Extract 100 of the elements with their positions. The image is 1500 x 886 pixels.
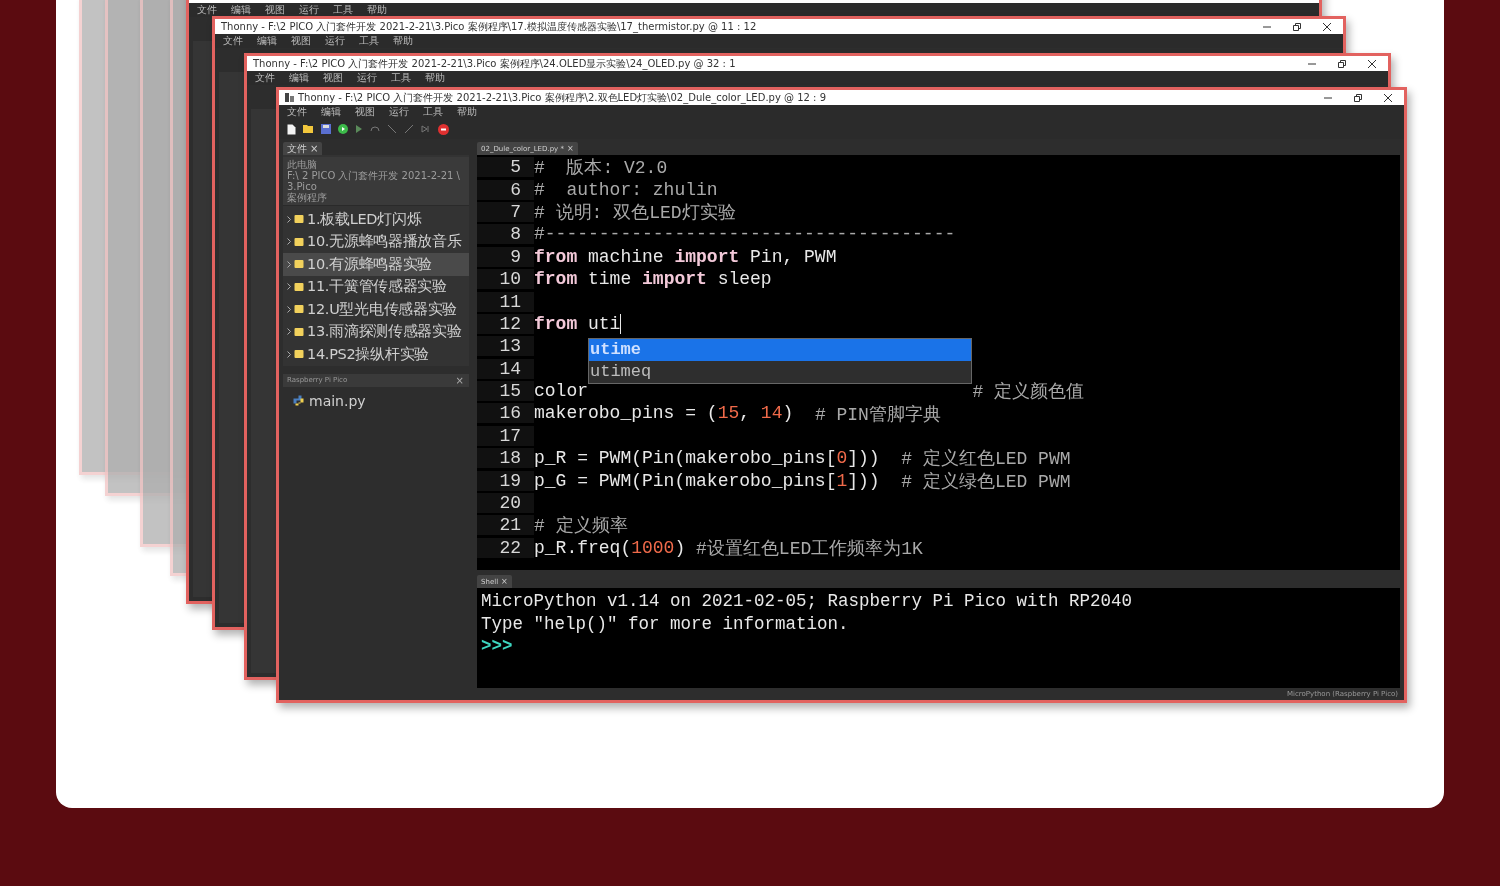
chevron-icon[interactable] bbox=[287, 215, 291, 223]
line-number: 6 bbox=[477, 179, 534, 200]
menu-item[interactable]: 工具 bbox=[359, 35, 379, 47]
code-line: p_R.freq(1000) #设置红色LED工作频率为1K bbox=[534, 536, 923, 560]
save-icon[interactable] bbox=[321, 124, 331, 134]
menu-item[interactable]: 帮助 bbox=[425, 72, 445, 84]
chevron-icon[interactable] bbox=[287, 350, 291, 358]
step-into-icon[interactable] bbox=[387, 124, 397, 134]
line-number: 18 bbox=[477, 448, 534, 469]
line-number: 20 bbox=[477, 493, 534, 514]
location-title: 此电脑 bbox=[287, 159, 318, 170]
menu-item[interactable]: 运行 bbox=[389, 106, 409, 118]
line-number: 19 bbox=[477, 470, 534, 491]
shell-panel[interactable]: MicroPython v1.14 on 2021-02-05; Raspberry Pi Pico with RP2040 Type "help()" for more information. >>> bbox=[477, 588, 1400, 688]
menu-item[interactable]: 帮助 bbox=[393, 35, 413, 47]
line-number: 9 bbox=[477, 246, 534, 267]
code-line: # 定义频率 bbox=[534, 515, 628, 537]
chevron-icon[interactable] bbox=[287, 238, 291, 246]
folder-item[interactable]: 14.PS2操纵杆实验 bbox=[283, 343, 469, 366]
folder-item[interactable]: 11.干簧管传感器实验 bbox=[283, 275, 469, 298]
chevron-icon[interactable] bbox=[287, 260, 291, 268]
close-icon[interactable] bbox=[1384, 93, 1392, 102]
menu-item[interactable]: 视图 bbox=[291, 35, 311, 47]
chevron-icon[interactable] bbox=[287, 283, 291, 291]
menu-item[interactable]: 编辑 bbox=[231, 4, 251, 16]
menu-item[interactable]: 文件 bbox=[197, 4, 217, 16]
step-out-icon[interactable] bbox=[404, 124, 414, 134]
menu-item[interactable]: 工具 bbox=[333, 4, 353, 16]
restore-icon[interactable] bbox=[1338, 59, 1346, 68]
debug-icon[interactable] bbox=[355, 124, 363, 134]
menu-item[interactable]: 运行 bbox=[299, 4, 319, 16]
menu-item[interactable]: 编辑 bbox=[321, 106, 341, 118]
folder-icon bbox=[294, 349, 304, 360]
menu-item[interactable]: 视图 bbox=[265, 4, 285, 16]
line-number: 12 bbox=[477, 313, 534, 334]
menu-item[interactable]: 编辑 bbox=[289, 72, 309, 84]
menu-item[interactable]: 运行 bbox=[325, 35, 345, 47]
python-file-icon bbox=[293, 395, 304, 406]
window-title: Thonny - F:\2 PICO 入门套件开发 2021-2-21\3.Pico 案例程序\24.OLED显示实验\24_OLED.py @ 32 : 1 bbox=[253, 57, 737, 70]
menu-item[interactable]: 文件 bbox=[223, 35, 243, 47]
shell-prompt: >>> bbox=[481, 635, 514, 658]
menu-item[interactable]: 帮助 bbox=[457, 106, 477, 118]
line-number: 14 bbox=[477, 358, 534, 379]
folder-item[interactable]: 10.无源蜂鸣器播放音乐 bbox=[283, 230, 469, 253]
stop-icon[interactable] bbox=[438, 123, 449, 135]
location-path: 案例程序 bbox=[287, 192, 328, 203]
code-line: # 版本: V2.0 bbox=[534, 157, 668, 179]
menu-item[interactable]: 工具 bbox=[423, 106, 443, 118]
code-line: color # 定义颜色值 bbox=[534, 380, 1085, 403]
folder-item[interactable]: 13.雨滴探测传感器实验 bbox=[283, 320, 469, 343]
menu-item[interactable]: 帮助 bbox=[367, 4, 387, 16]
line-number: 7 bbox=[477, 201, 534, 222]
line-number: 21 bbox=[477, 515, 534, 536]
files-tab[interactable]: 文件 × bbox=[283, 142, 323, 155]
close-icon[interactable] bbox=[1323, 22, 1331, 31]
shell-output: MicroPython v1.14 on 2021-02-05; Raspberry Pi Pico with RP2040 bbox=[481, 590, 1134, 613]
folder-item[interactable]: 12.U型光电传感器实验 bbox=[283, 298, 469, 321]
menu-item[interactable]: 编辑 bbox=[257, 35, 277, 47]
shell-output: Type "help()" for more information. bbox=[481, 612, 850, 635]
menu-item[interactable]: 文件 bbox=[255, 72, 275, 84]
line-number: 13 bbox=[477, 336, 534, 357]
location-path: F:\ 2 PICO 入门套件开发 2021-2-21 \ 3.Pico bbox=[287, 170, 461, 192]
menu-item[interactable]: 工具 bbox=[391, 72, 411, 84]
app-icon bbox=[285, 93, 294, 102]
code-line: #-------------------------------------- bbox=[534, 223, 956, 246]
folder-icon bbox=[294, 236, 304, 247]
menu-item[interactable]: 文件 bbox=[287, 106, 307, 118]
chevron-icon[interactable] bbox=[287, 328, 291, 336]
restore-icon[interactable] bbox=[1354, 93, 1362, 102]
close-icon[interactable] bbox=[1368, 59, 1376, 68]
new-file-icon[interactable] bbox=[287, 123, 296, 135]
folder-item[interactable]: 10.有源蜂鸣器实验 bbox=[283, 253, 469, 276]
step-over-icon[interactable] bbox=[370, 124, 380, 134]
menu-item[interactable]: 视图 bbox=[355, 106, 375, 118]
code-line: # author: zhulin bbox=[534, 178, 718, 201]
menu-item[interactable]: 运行 bbox=[357, 72, 377, 84]
folder-item[interactable]: 1.板载LED灯闪烁 bbox=[283, 208, 469, 231]
code-line: from time import sleep bbox=[534, 268, 772, 291]
close-button[interactable]: × bbox=[455, 374, 464, 386]
text-cursor bbox=[620, 313, 622, 334]
line-number: 15 bbox=[477, 381, 534, 402]
code-line: p_G = PWM(Pin(makerobo_pins[1])) # 定义绿色LED PWM bbox=[534, 469, 1071, 492]
code-line: makerobo_pins = (15, 14) # PIN管脚字典 bbox=[534, 402, 941, 425]
restore-icon[interactable] bbox=[1293, 22, 1301, 31]
autocomplete-item[interactable]: utimeq bbox=[589, 360, 971, 383]
open-folder-icon[interactable] bbox=[303, 124, 314, 134]
line-number: 5 bbox=[477, 157, 534, 178]
resume-icon[interactable] bbox=[421, 124, 431, 134]
file-item[interactable]: main.py bbox=[283, 386, 469, 415]
folder-icon bbox=[294, 214, 304, 225]
line-number: 10 bbox=[477, 269, 534, 290]
folder-icon bbox=[294, 281, 304, 292]
code-line: # 说明: 双色LED灯实验 bbox=[534, 202, 736, 224]
code-editor[interactable] bbox=[477, 155, 1400, 570]
window-title: Thonny - F:\2 PICO 入门套件开发 2021-2-21\3.Pico 案例程序\17.模拟温度传感器实验\17_thermistor.py @ 11 : 12 bbox=[221, 20, 758, 33]
line-number: 11 bbox=[477, 291, 534, 312]
menu-item[interactable]: 视图 bbox=[323, 72, 343, 84]
chevron-icon[interactable] bbox=[287, 305, 291, 313]
code-line: from machine import Pin, PWM bbox=[534, 245, 837, 268]
run-icon[interactable] bbox=[338, 124, 348, 134]
